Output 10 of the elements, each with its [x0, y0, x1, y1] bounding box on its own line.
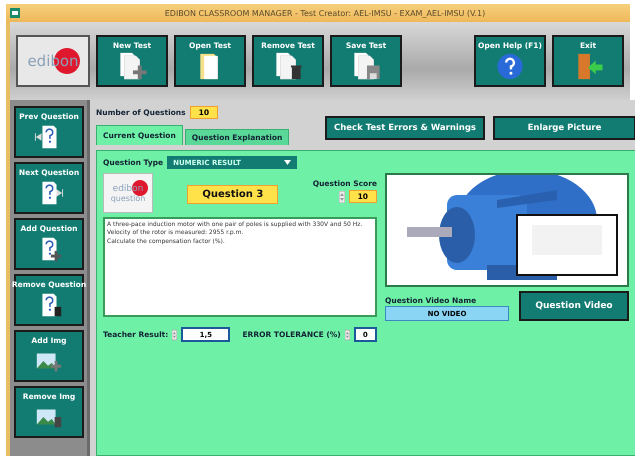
action-button[interactable]: Enlarge Picture	[493, 116, 635, 140]
question-video-button[interactable]: Question Video	[519, 291, 629, 321]
spinner-icon[interactable]	[172, 328, 178, 340]
spinner-icon[interactable]	[344, 328, 350, 340]
action-button[interactable]: Check Test Errors & Warnings	[325, 116, 485, 140]
question-title: Question 3	[187, 185, 278, 204]
window-title: EDIBON CLASSROOM MANAGER - Test Creator: AEL-IMSU - EXAM_AEL-IMSU (V.1)	[164, 8, 486, 18]
spinner-icon[interactable]	[338, 190, 345, 202]
caret-icon	[284, 160, 292, 165]
app-icon	[10, 8, 20, 18]
